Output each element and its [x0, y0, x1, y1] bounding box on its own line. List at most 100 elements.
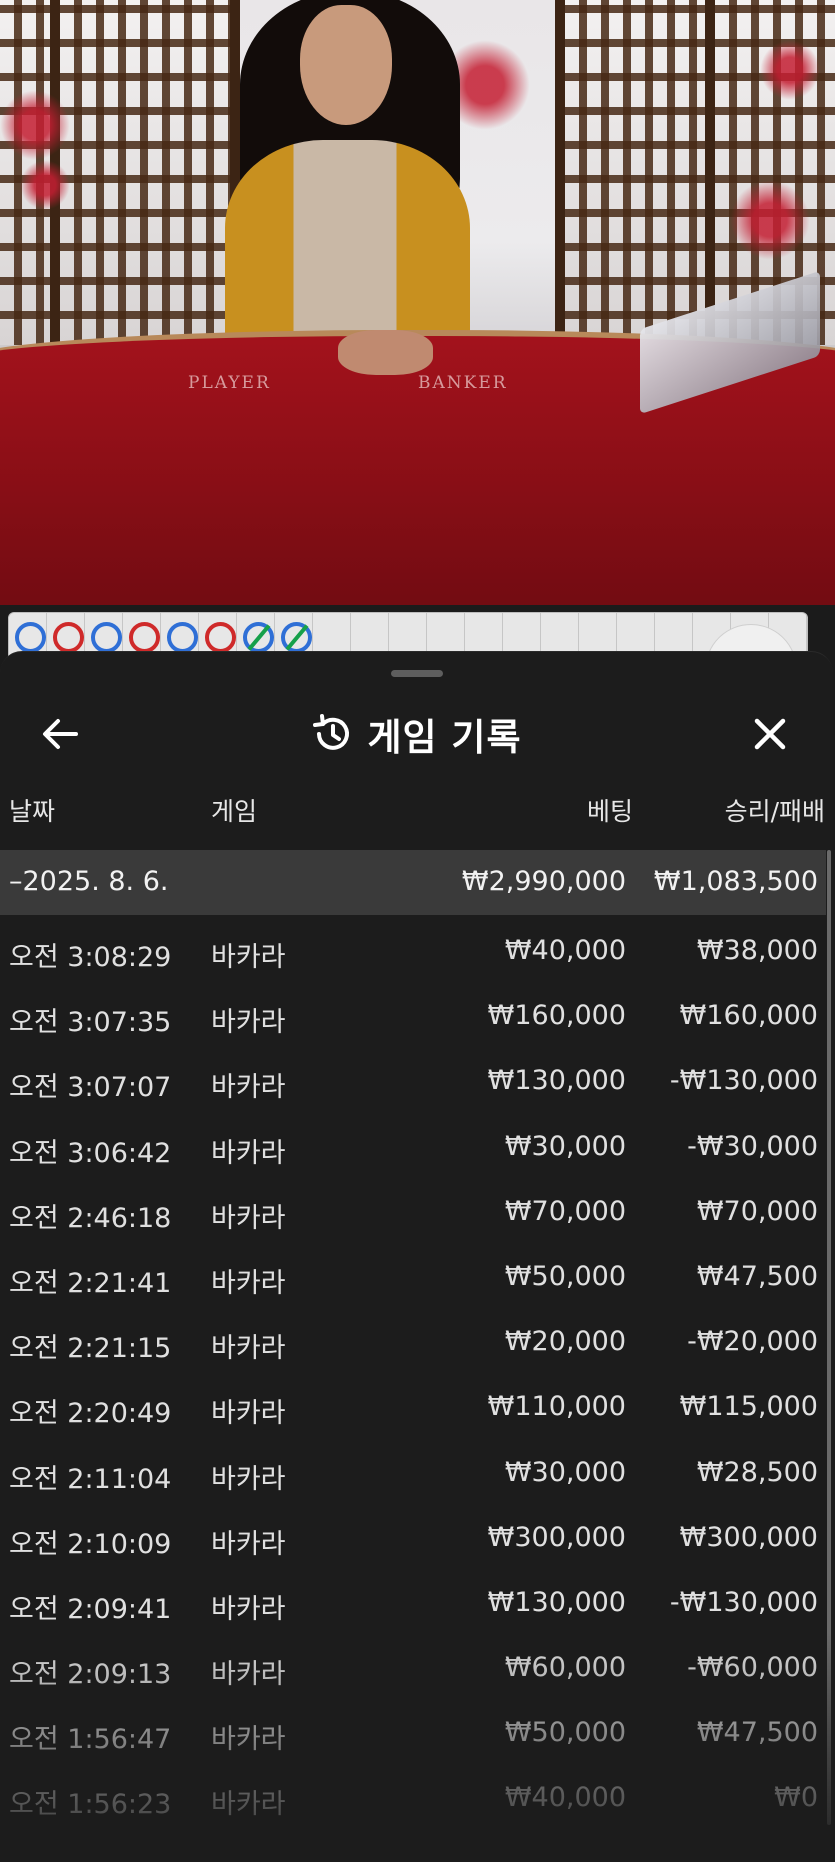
- row-bet: ₩50,000: [504, 1260, 626, 1292]
- summary-bet: ₩2,990,000: [461, 866, 626, 897]
- summary-result: ₩1,083,500: [653, 866, 818, 897]
- row-time: 오전 2:46:18: [9, 1202, 172, 1234]
- column-headers: 날짜 게임 베팅 승리/패배: [0, 792, 833, 832]
- drag-handle[interactable]: [391, 670, 443, 677]
- history-row[interactable]: 오전 3:08:29 바카라 ₩40,000 ₩38,000: [0, 915, 826, 980]
- history-row[interactable]: 오전 1:56:47 바카라 ₩50,000 ₩47,500: [0, 1697, 826, 1762]
- scrollbar[interactable]: [827, 850, 831, 1825]
- row-bet: ₩40,000: [504, 1782, 626, 1814]
- bead-player: [167, 621, 198, 653]
- bead-banker: [205, 621, 236, 653]
- row-result: -₩130,000: [669, 1586, 818, 1618]
- column-header-bet: 베팅: [586, 797, 633, 826]
- history-row[interactable]: 오전 2:09:13 바카라 ₩60,000 -₩60,000: [0, 1632, 826, 1697]
- history-clock-icon: [313, 714, 350, 750]
- row-result: -₩60,000: [687, 1652, 818, 1684]
- row-game: 바카라: [211, 1528, 286, 1560]
- title-group: 게임 기록: [0, 710, 833, 759]
- row-bet: ₩40,000: [504, 935, 626, 966]
- row-game: 바카라: [211, 1659, 286, 1691]
- history-row[interactable]: 오전 2:46:18 바카라 ₩70,000 ₩70,000: [0, 1176, 826, 1241]
- row-game: 바카라: [211, 1333, 286, 1365]
- history-row[interactable]: 오전 2:10:09 바카라 ₩300,000 ₩300,000: [0, 1502, 826, 1567]
- summary-date: –2025. 8. 6.: [9, 866, 169, 897]
- row-result: ₩47,500: [696, 1260, 818, 1292]
- row-bet: ₩110,000: [487, 1391, 626, 1423]
- bead-banker: [53, 621, 84, 653]
- blossom-decoration: [20, 160, 70, 210]
- dealer-hands: [338, 330, 433, 375]
- history-row[interactable]: 오전 3:07:07 바카라 ₩130,000 -₩130,000: [0, 1045, 826, 1110]
- row-bet: ₩50,000: [504, 1717, 626, 1749]
- lattice-screen: [555, 0, 725, 345]
- row-result: ₩47,500: [696, 1717, 818, 1749]
- row-time: 오전 2:21:41: [9, 1267, 172, 1299]
- row-bet: ₩160,000: [487, 1000, 626, 1032]
- row-time: 오전 3:07:07: [9, 1072, 172, 1104]
- date-summary-row[interactable]: –2025. 8. 6. ₩2,990,000 ₩1,083,500: [0, 850, 826, 915]
- row-game: 바카라: [211, 1398, 286, 1430]
- row-game: 바카라: [211, 1789, 286, 1821]
- dealer-body: [225, 140, 470, 360]
- row-bet: ₩130,000: [487, 1586, 626, 1618]
- row-game: 바카라: [211, 1267, 286, 1299]
- lattice-screen: [50, 0, 240, 345]
- blossom-decoration: [730, 180, 810, 260]
- close-icon: [754, 718, 786, 750]
- row-result: ₩0: [774, 1782, 818, 1814]
- row-time: 오전 1:56:23: [9, 1789, 172, 1821]
- row-bet: ₩130,000: [487, 1065, 626, 1097]
- row-result: ₩28,500: [696, 1456, 818, 1488]
- bead-tie: [243, 621, 274, 653]
- row-bet: ₩30,000: [504, 1130, 626, 1162]
- game-history-panel: 게임 기록 날짜 게임 베팅 승리/패배 –2025. 8. 6. ₩2,990…: [0, 651, 833, 1862]
- row-time: 오전 2:10:09: [9, 1528, 172, 1560]
- row-result: -₩20,000: [687, 1326, 818, 1358]
- history-row[interactable]: 오전 2:21:41 바카라 ₩50,000 ₩47,500: [0, 1241, 826, 1306]
- row-result: ₩160,000: [679, 1000, 818, 1032]
- history-row[interactable]: 오전 2:09:41 바카라 ₩130,000 -₩130,000: [0, 1567, 826, 1632]
- history-row[interactable]: 오전 3:07:35 바카라 ₩160,000 ₩160,000: [0, 980, 826, 1045]
- history-row[interactable]: 오전 2:21:15 바카라 ₩20,000 -₩20,000: [0, 1306, 826, 1371]
- row-time: 오전 2:09:41: [9, 1593, 172, 1625]
- row-game: 바카라: [211, 942, 286, 973]
- history-row[interactable]: 오전 2:20:49 바카라 ₩110,000 ₩115,000: [0, 1371, 826, 1436]
- row-time: 오전 3:06:42: [9, 1137, 172, 1169]
- row-time: 오전 2:20:49: [9, 1398, 172, 1430]
- history-row[interactable]: 오전 2:11:04 바카라 ₩30,000 ₩28,500: [0, 1437, 826, 1502]
- row-time: 오전 2:11:04: [9, 1463, 172, 1495]
- column-header-result: 승리/패배: [724, 797, 825, 826]
- close-button[interactable]: [748, 712, 792, 756]
- dealer-face: [300, 5, 392, 125]
- bead-banker: [129, 621, 160, 653]
- panel-header: 게임 기록: [0, 692, 833, 772]
- page-title: 게임 기록: [367, 716, 522, 759]
- row-time: 오전 2:09:13: [9, 1659, 172, 1691]
- row-bet: ₩20,000: [504, 1326, 626, 1358]
- row-result: ₩70,000: [696, 1195, 818, 1227]
- column-header-game: 게임: [211, 797, 258, 826]
- bead-player: [15, 621, 46, 653]
- row-game: 바카라: [211, 1593, 286, 1625]
- history-row[interactable]: 오전 1:56:23 바카라 ₩40,000 ₩0: [0, 1762, 826, 1827]
- row-time: 오전 3:08:29: [9, 942, 172, 973]
- row-bet: ₩60,000: [504, 1652, 626, 1684]
- live-video: PLAYER BANKER: [0, 0, 835, 605]
- row-time: 오전 1:56:47: [9, 1724, 172, 1756]
- history-list: 오전 3:08:29 바카라 ₩40,000 ₩38,000 오전 3:07:35 바카라…: [0, 915, 826, 1828]
- row-bet: ₩70,000: [504, 1195, 626, 1227]
- row-time: 오전 3:07:35: [9, 1007, 172, 1039]
- row-game: 바카라: [211, 1202, 286, 1234]
- row-result: -₩30,000: [687, 1130, 818, 1162]
- banker-felt-label: BANKER: [418, 373, 508, 393]
- blossom-decoration: [760, 40, 820, 100]
- row-game: 바카라: [211, 1072, 286, 1104]
- column-header-date: 날짜: [9, 797, 56, 826]
- row-result: ₩115,000: [679, 1391, 818, 1423]
- bead-tie: [281, 621, 312, 653]
- bead-player: [91, 621, 122, 653]
- row-result: ₩300,000: [679, 1521, 818, 1553]
- history-row[interactable]: 오전 3:06:42 바카라 ₩30,000 -₩30,000: [0, 1111, 826, 1176]
- row-game: 바카라: [211, 1463, 286, 1495]
- row-game: 바카라: [211, 1007, 286, 1039]
